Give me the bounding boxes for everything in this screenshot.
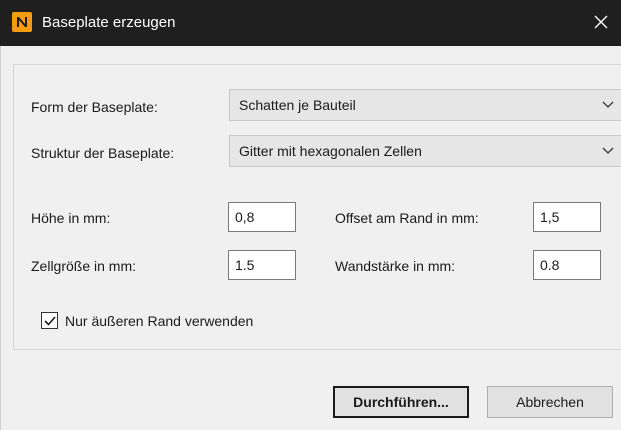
execute-button[interactable]: Durchführen... [333,386,469,418]
shape-label: Form der Baseplate: [31,99,158,115]
structure-select[interactable]: Gitter mit hexagonalen Zellen [229,135,621,167]
cell-size-label: Zellgröße in mm: [31,258,137,274]
close-button[interactable] [581,0,621,46]
structure-select-value: Gitter mit hexagonalen Zellen [239,143,422,159]
outer-edge-checkbox[interactable] [41,312,58,329]
cell-size-input[interactable] [228,250,296,280]
wall-thickness-label: Wandstärke in mm: [335,258,456,274]
outer-edge-label[interactable]: Nur äußeren Rand verwenden [65,313,253,329]
height-label: Höhe in mm: [31,210,111,226]
shape-select[interactable]: Schatten je Bauteil [229,89,621,121]
chevron-down-icon [602,101,614,108]
wall-thickness-input[interactable] [533,250,601,280]
close-icon [594,15,608,29]
height-input[interactable] [228,202,296,232]
title-bar: Baseplate erzeugen [0,0,621,46]
structure-label: Struktur der Baseplate: [31,145,175,161]
offset-input[interactable] [533,202,601,232]
shape-select-value: Schatten je Bauteil [239,97,356,113]
chevron-down-icon [602,147,614,154]
offset-label: Offset am Rand in mm: [335,210,479,226]
window-title: Baseplate erzeugen [42,14,176,31]
cancel-button[interactable]: Abbrechen [487,386,613,418]
app-logo-icon [12,12,32,32]
dialog-body: Form der Baseplate: Schatten je Bauteil … [0,46,621,430]
checkmark-icon [44,316,56,326]
